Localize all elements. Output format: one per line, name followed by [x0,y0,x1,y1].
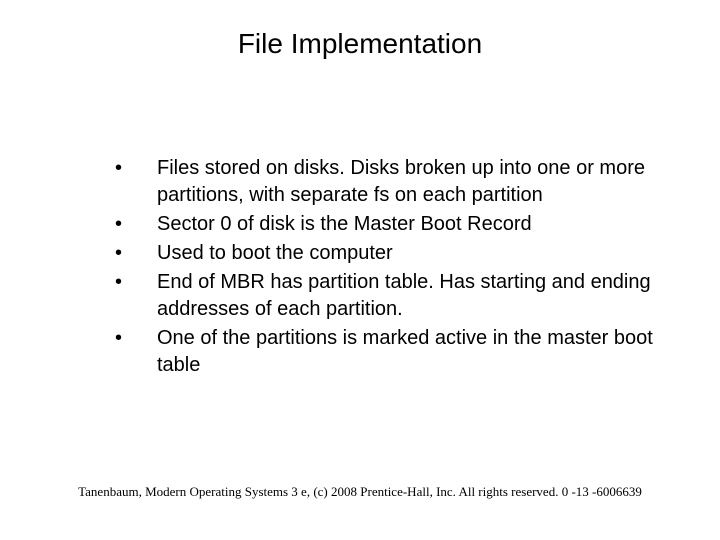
bullet-text: Files stored on disks. Disks broken up i… [157,155,660,209]
list-item: • Files stored on disks. Disks broken up… [115,155,660,209]
bullet-text: Sector 0 of disk is the Master Boot Reco… [157,211,660,238]
bullet-text: End of MBR has partition table. Has star… [157,269,660,323]
bullet-icon: • [115,211,157,238]
bullet-list: • Files stored on disks. Disks broken up… [0,60,720,379]
list-item: • Used to boot the computer [115,240,660,267]
list-item: • One of the partitions is marked active… [115,325,660,379]
list-item: • Sector 0 of disk is the Master Boot Re… [115,211,660,238]
slide-title: File Implementation [0,0,720,60]
bullet-text: One of the partitions is marked active i… [157,325,660,379]
bullet-icon: • [115,269,157,296]
bullet-icon: • [115,155,157,182]
footer-citation: Tanenbaum, Modern Operating Systems 3 e,… [0,484,720,500]
bullet-icon: • [115,325,157,352]
list-item: • End of MBR has partition table. Has st… [115,269,660,323]
bullet-icon: • [115,240,157,267]
bullet-text: Used to boot the computer [157,240,660,267]
